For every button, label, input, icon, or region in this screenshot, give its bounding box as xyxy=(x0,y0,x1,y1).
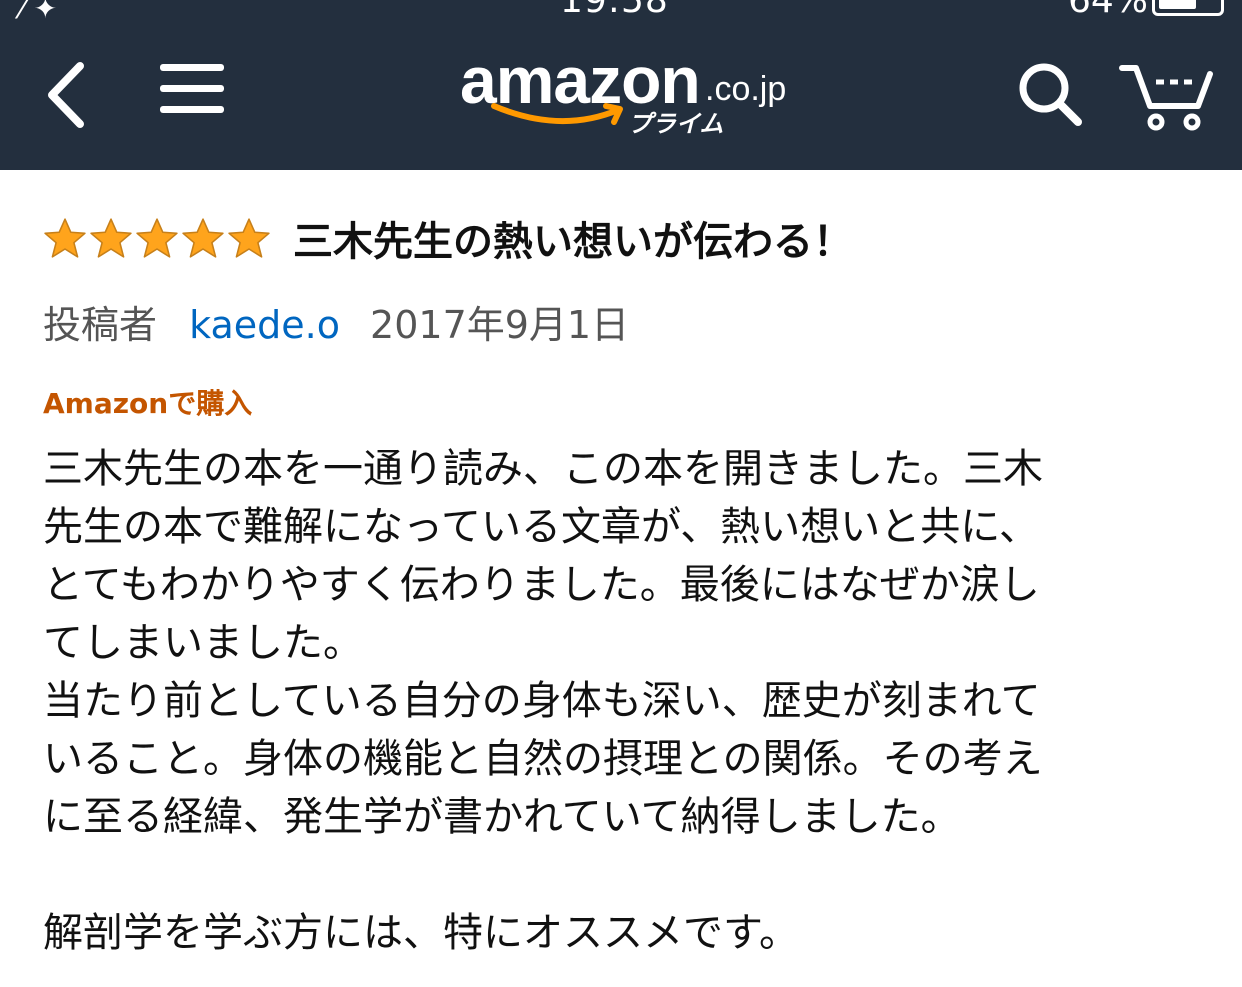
review-body-line: に至る経緯、発生学が書かれていて納得しました。 xyxy=(43,794,961,840)
review-body-line: 当たり前としている自分の身体も深い、歴史が刻まれて xyxy=(43,678,1041,724)
star-icon xyxy=(228,218,270,258)
status-time: 19:58 xyxy=(560,0,669,21)
review-title: 三木先生の熱い想いが伝わる！ xyxy=(293,219,853,265)
review-body: 三木先生の本を一通り読み、この本を開きました。三木 先生の本で難解になっている文… xyxy=(43,440,1223,962)
smile-arrow-icon xyxy=(491,103,623,125)
amazon-logo[interactable]: amazon .co.jp プライム xyxy=(460,42,800,152)
review-body-line: 先生の本で難解になっている文章が、熱い想いと共に、 xyxy=(43,504,1039,550)
review-date: 2017年9月1日 xyxy=(370,303,630,347)
review-card: 三木先生の熱い想いが伝わる！ 投稿者 kaede.o 2017年9月1日 Ama… xyxy=(0,170,1242,987)
review-body-line: 解剖学を学ぶ方には、特にオススメです。 xyxy=(43,910,799,956)
back-button[interactable] xyxy=(38,58,98,132)
menu-button[interactable] xyxy=(160,64,224,120)
hamburger-menu-icon xyxy=(160,64,224,113)
star-icon xyxy=(136,218,178,258)
nav-bar: amazon .co.jp プライム xyxy=(0,24,1242,170)
status-bar: ⁄ ✦ 19:58 64% xyxy=(0,0,1242,24)
logo-prime: プライム xyxy=(628,110,724,138)
battery-fill xyxy=(1159,0,1196,9)
signal-icon: ⁄ ✦ xyxy=(20,0,58,24)
review-body-line: とてもわかりやすく伝わりました。最後にはなぜか涙し xyxy=(43,562,1040,608)
back-chevron-icon xyxy=(48,62,84,128)
cart-button[interactable] xyxy=(1118,60,1216,134)
review-header: 三木先生の熱い想いが伝わる！ xyxy=(43,208,853,268)
review-byline: 投稿者 kaede.o 2017年9月1日 xyxy=(43,294,629,349)
battery-icon xyxy=(1152,0,1224,16)
review-body-line: いること。身体の機能と自然の摂理との関係。その考え xyxy=(43,736,1043,782)
star-icon xyxy=(44,218,86,258)
search-icon xyxy=(1019,63,1082,126)
star-rating xyxy=(43,217,271,259)
author-link[interactable]: kaede.o xyxy=(189,303,340,347)
search-button[interactable] xyxy=(1016,60,1086,130)
byline-label: 投稿者 xyxy=(43,303,158,347)
review-body-line: てしまいました。 xyxy=(43,620,363,666)
review-body-blank-line xyxy=(43,846,1223,904)
cart-icon xyxy=(1119,65,1213,131)
battery-percent: 64% xyxy=(1068,0,1149,21)
review-body-line: 三木先生の本を一通り読み、この本を開きました。三木 xyxy=(43,446,1043,492)
star-icon xyxy=(90,218,132,258)
star-icon xyxy=(182,218,224,258)
verified-purchase-badge: Amazonで購入 xyxy=(43,387,253,420)
